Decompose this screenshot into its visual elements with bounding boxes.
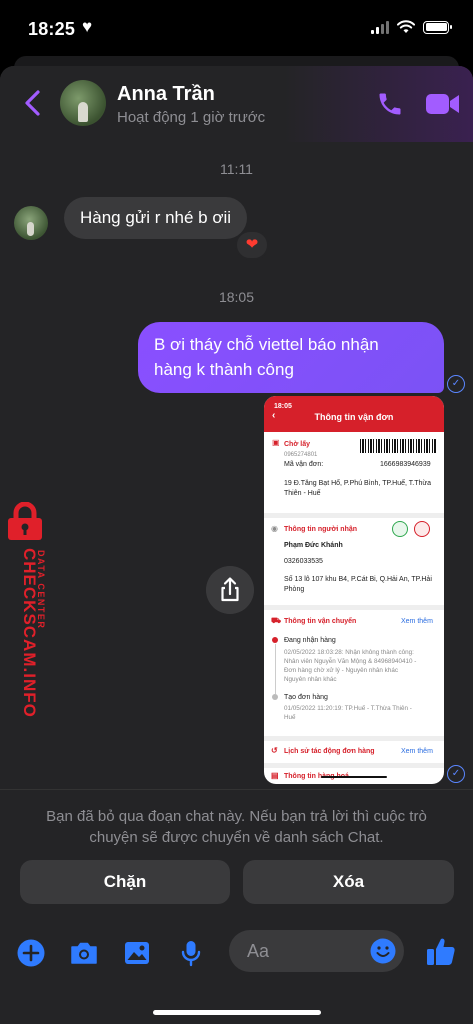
receiver-address: Số 13 lô 107 khu B4, P.Cát Bi, Q.Hải An,… [284,576,432,583]
receiver-name: Phạm Đức Khánh [284,542,343,549]
phone-call-button[interactable] [376,90,404,118]
sender-avatar[interactable] [14,206,48,240]
chat-header: Anna Trần Hoạt động 1 giờ trước [0,66,473,142]
watermark-subtitle: DATA CENTER [36,550,46,629]
tracking-label: Mã vận đơn: [284,461,324,468]
home-indicator [153,1010,321,1015]
back-button[interactable] [20,88,46,118]
block-button[interactable]: Chặn [20,860,230,904]
call-icon[interactable] [414,521,430,537]
receiver-address: Phòng [284,586,305,593]
see-more-link[interactable]: Xem thêm [401,747,433,756]
delete-button[interactable]: Xóa [243,860,454,904]
message-line: B ơi tháy chỗ viettel báo nhận [154,335,379,354]
battery-icon [423,20,452,34]
history-icon: ↺ [271,746,278,755]
sender-address: 19 Đ.Tăng Bạt Hổ, P.Phú Bình, TP.Huế, T.… [284,480,431,487]
contact-name[interactable]: Anna Trần [117,83,215,106]
seen-check-icon: ✓ [447,375,465,393]
section-separator [264,513,444,518]
history-section: ↺ Lịch sử tác động đơn hàng Xem thêm [264,742,444,762]
location-pin-icon: ◉ [271,524,278,533]
status-icons [371,20,452,34]
timeline-detail: Huế [284,714,296,721]
timeline-detail: Nguyên nhân khác [284,676,337,683]
truck-icon: ⛟ [271,616,282,625]
timeline-status: Tạo đơn hàng [284,694,328,701]
message-composer [0,924,473,980]
sender-phone: 0965274801 [284,452,318,458]
receiver-section: ◉ Thông tin người nhận Phạm Đức Khánh 03… [264,520,444,605]
heart-icon: ♥ [82,17,93,36]
lock-icon [8,502,42,540]
message-input-container [229,930,404,972]
contact-avatar[interactable] [60,80,106,126]
seen-check-icon: ✓ [447,765,465,783]
gallery-icon[interactable] [122,938,152,968]
signal-icon [371,20,389,34]
thumbs-up-icon[interactable] [424,934,458,968]
camera-icon[interactable] [69,938,99,968]
wifi-icon [397,20,415,33]
box-icon: ▣ [272,438,280,447]
timeline-detail: 01/05/2022 11:20:19: TP.Huế - T.Thừa Thi… [284,705,412,712]
timeline-detail: Đơn hàng chờ xử lý - Nguyên nhân khác [284,667,398,674]
pickup-section: ▣ Chờ lấy 0965274801 Mã vận đơn: 1666983… [264,436,444,498]
timeline-detail: 02/05/2022 18:03:28: Nhận không thành cô… [284,649,414,656]
attachment-time: 18:05 [274,403,292,410]
attachment-title: Thông tin vận đơn [314,412,394,422]
barcode [360,439,436,453]
timeline-status: Đang nhận hàng [284,637,336,644]
status-time: 18:25 [28,19,76,39]
watermark-text: CHECKSCAM.INFO DATA CENTER [20,548,46,718]
pickup-status: Chờ lấy [284,441,310,448]
sender-address: Thiên - Huế [284,490,321,497]
section-separator [264,763,444,768]
timeline-dot-active [272,637,278,643]
attachment-home-indicator [321,776,387,778]
timestamp-divider: 11:11 [220,161,253,177]
share-button[interactable] [206,566,254,614]
messenger-chat-screen: Anna Trần Hoạt động 1 giờ trước 11:11 Hà… [0,66,473,1024]
divider [0,789,473,790]
shipping-section: ⛟ Thông tin vận chuyển Xem thêm Đang nhậ… [264,612,444,737]
section-separator [264,605,444,610]
attachment-header: 18:05 ‹ Thông tin vận đơn [264,396,444,432]
contact-activity-status: Hoạt động 1 giờ trước [117,109,266,126]
heart-reaction[interactable]: ❤ [235,230,269,260]
message-line: hàng k thành công [154,360,294,379]
image-attachment[interactable]: 18:05 ‹ Thông tin vận đơn ▣ Chờ lấy 0965… [264,396,444,784]
see-more-link[interactable]: Xem thêm [401,617,433,626]
shipping-section-title: Thông tin vận chuyển [284,618,357,625]
emoji-icon[interactable] [370,938,396,964]
status-bar: 18:25 ♥ [0,0,473,60]
ignored-chat-notice: Bạn đã bỏ qua đoạn chat này. Nếu bạn trả… [46,808,427,846]
video-call-button[interactable] [425,92,461,116]
message-input[interactable] [247,930,367,972]
receiver-section-title: Thông tin người nhận [284,526,358,533]
outgoing-message-bubble[interactable]: B ơi tháy chỗ viettel báo nhận hàng k th… [138,322,444,393]
timeline-detail: Nhân viên Nguyễn Văn Mộng & 84968940410 … [284,658,417,665]
goods-icon: ▤ [271,771,279,780]
timeline-line [274,644,276,694]
incoming-message-bubble[interactable]: Hàng gửi r nhé b ơii [64,197,248,239]
timeline-dot [272,694,278,700]
tracking-number: 1666983946939 [380,461,431,468]
timestamp-divider: 18:05 [218,289,255,305]
watermark: CHECKSCAM.INFO DATA CENTER [0,502,60,732]
receiver-phone: 0326033535 [284,558,323,565]
plus-icon[interactable] [16,938,46,968]
history-section-title: Lịch sử tác động đơn hàng [284,748,375,755]
section-separator [264,736,444,741]
microphone-icon[interactable] [176,938,206,968]
chat-icon[interactable] [392,521,408,537]
